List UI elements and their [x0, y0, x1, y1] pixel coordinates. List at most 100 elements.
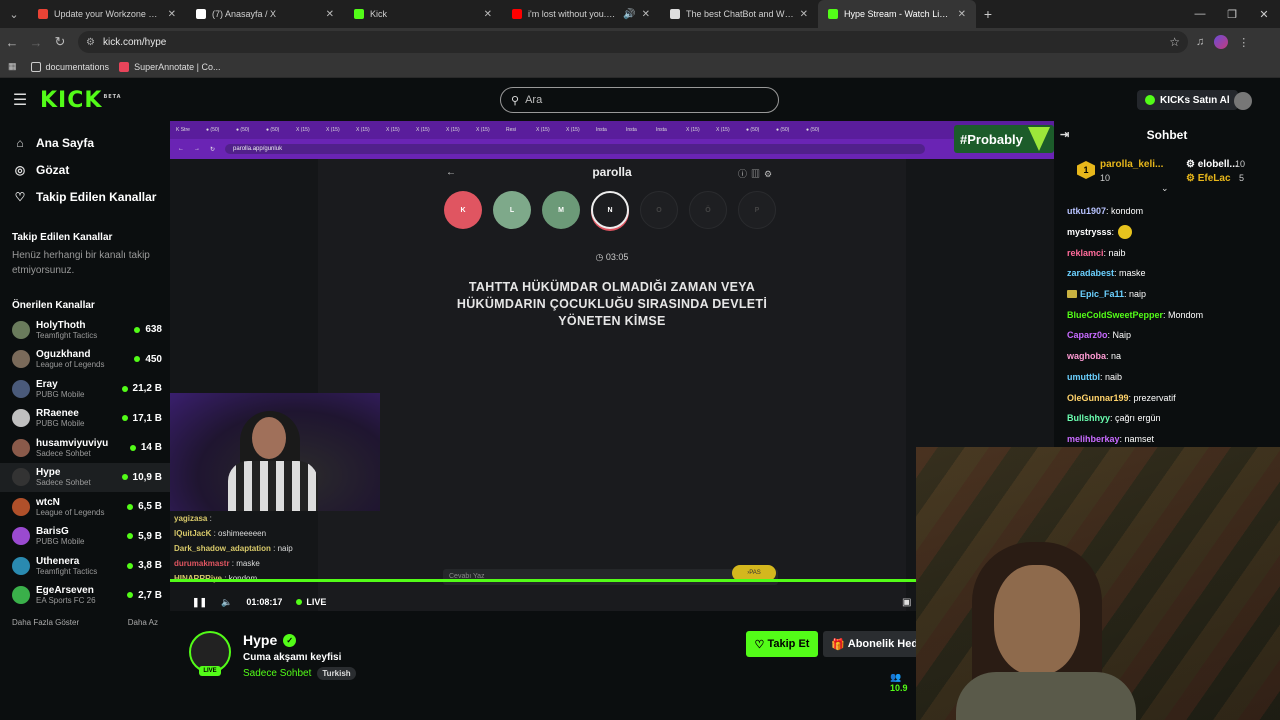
buy-kicks-button[interactable]: KICKs Satın Al: [1137, 90, 1238, 110]
letter-circles: K L M N O Ö P: [444, 191, 776, 229]
kick-logo[interactable]: KICKBETA: [40, 88, 122, 113]
restore-icon[interactable]: ❐: [1216, 0, 1248, 28]
leader-name[interactable]: ⚙ elobell...: [1186, 159, 1238, 170]
channel-item[interactable]: BarisG PUBG Mobile 5,9 B: [0, 522, 170, 552]
stream-title: Cuma akşamı keyfisi: [243, 652, 342, 663]
kick-icon: [354, 9, 364, 19]
channel-item[interactable]: Uthenera Teamfight Tactics 3,8 B: [0, 551, 170, 581]
browser-tab[interactable]: (7) Anasayfa / X ✕: [186, 0, 344, 28]
stream-browser-address: ← → ↻ parolla.app/gunluk: [170, 139, 1054, 159]
browser-tab[interactable]: The best ChatBot and Widgets✕: [660, 0, 818, 28]
rank-badge-icon: 1: [1077, 161, 1095, 179]
live-dot-icon: [121, 474, 128, 481]
close-icon[interactable]: ✕: [642, 9, 650, 20]
bookmark-superannotate[interactable]: SuperAnnotate | Co...: [119, 61, 220, 72]
channel-item[interactable]: EgeArseven EA Sports FC 26 2,7 B: [0, 581, 170, 611]
media-icon[interactable]: ♫: [1196, 36, 1204, 48]
live-badge: LIVE: [199, 666, 221, 676]
address-bar-row: ← → ↻ ⚙ kick.com/hype ☆ ♫ ⋮: [0, 28, 1280, 56]
channel-item[interactable]: HolyThoth Teamfight Tactics 638: [0, 315, 170, 345]
close-icon[interactable]: ✕: [326, 9, 334, 20]
leader-name[interactable]: parolla_keli...: [1100, 159, 1163, 170]
menu-icon[interactable]: ⋮: [1238, 36, 1249, 49]
close-icon[interactable]: ✕: [168, 9, 176, 20]
close-icon[interactable]: ✕: [958, 9, 966, 20]
channel-item[interactable]: RRaenee PUBG Mobile 17,1 B: [0, 404, 170, 434]
chevron-down-icon[interactable]: ⌄: [1161, 183, 1169, 194]
collapse-chat-icon[interactable]: ⇥: [1060, 128, 1069, 141]
menu-icon[interactable]: ☰: [0, 90, 40, 110]
player-controls: ❚❚ 🔈 01:08:17 LIVE: [170, 593, 916, 611]
live-dot-icon: [127, 592, 134, 599]
chat-badge-icon: [1067, 290, 1077, 299]
chat-message: Bullshhyy: çağrı ergün: [1067, 413, 1161, 424]
profile-avatar[interactable]: [1214, 35, 1229, 49]
chat-messages: utku1907: kondom mystrysss: reklamci: na…: [1054, 201, 1280, 449]
show-more-button[interactable]: Daha Fazla Göster: [12, 618, 79, 627]
close-window-icon[interactable]: ✕: [1248, 0, 1280, 28]
language-tag[interactable]: Turkish: [317, 667, 356, 680]
leader-name[interactable]: ⚙ EfeLac: [1186, 173, 1231, 184]
theater-mode-icon[interactable]: ▣: [902, 597, 911, 608]
stream-time: 01:08:17: [246, 597, 283, 607]
channel-item[interactable]: husamviyuviyu Sadece Sohbet 14 B: [0, 433, 170, 463]
stream-progress-bar[interactable]: [170, 579, 916, 582]
chat-message: BlueColdSweetPepper: Mondom: [1067, 309, 1204, 320]
back-icon[interactable]: ←: [0, 35, 24, 50]
followed-channels-title: Takip Edilen Kanallar: [12, 232, 113, 243]
bookmark-star-icon[interactable]: ☆: [1169, 35, 1180, 49]
gift-sub-button[interactable]: 🎁 Abonelik Hediye: [823, 631, 916, 657]
live-dot-icon: [127, 533, 134, 540]
live-indicator[interactable]: LIVE: [296, 597, 326, 607]
forward-icon[interactable]: →: [24, 35, 48, 50]
browser-tab[interactable]: Update your Workzone profile ✕: [28, 0, 186, 28]
game-title: parolla: [592, 165, 632, 179]
speaker-icon[interactable]: 🔊: [623, 9, 635, 20]
reload-icon[interactable]: ↻: [48, 34, 72, 50]
apps-icon[interactable]: ▦: [8, 61, 17, 72]
tab-search-icon[interactable]: ⌄: [0, 0, 28, 28]
channel-avatar: [12, 320, 30, 339]
browser-tab[interactable]: Kick ✕: [344, 0, 502, 28]
follow-button[interactable]: ♡ Takip Et: [746, 631, 818, 657]
channel-name[interactable]: Hype ✓: [243, 632, 297, 648]
channel-avatar: [12, 586, 30, 605]
followed-empty-note: Henüz herhangi bir kanalı takip etmiyors…: [12, 250, 150, 276]
url-field[interactable]: ⚙ kick.com/hype ☆: [78, 31, 1188, 53]
stream-category[interactable]: Sadece Sohbet: [243, 668, 311, 679]
channel-item[interactable]: Eray PUBG Mobile 21,2 B: [0, 374, 170, 404]
channel-item[interactable]: wtcN League of Legends 6,5 B: [0, 492, 170, 522]
nav-following[interactable]: ♡ Takip Edilen Kanallar: [0, 183, 170, 210]
site-info-icon[interactable]: ⚙: [86, 37, 95, 48]
close-icon[interactable]: ✕: [800, 9, 808, 20]
letter-circle: K: [444, 191, 482, 229]
chat-header: ⇥ Sohbet: [1060, 128, 1188, 142]
overlay-chat-line: yagizasa :: [174, 514, 212, 523]
live-dot-icon: [134, 356, 141, 363]
letter-circle: O: [640, 191, 678, 229]
volume-icon[interactable]: 🔈: [221, 597, 232, 608]
chat-message: Caparz0o: Naip: [1067, 330, 1132, 341]
channel-item[interactable]: Oguzkhand League of Legends 450: [0, 345, 170, 375]
new-tab-button[interactable]: +: [976, 6, 1000, 22]
show-less-button[interactable]: Daha Az: [128, 618, 158, 627]
minimize-icon[interactable]: —: [1184, 0, 1216, 28]
browser-tab[interactable]: i'm lost without you. - YouTube🔊✕: [502, 0, 660, 28]
channel-item-active[interactable]: Hype Sadece Sohbet 10,9 B: [0, 462, 170, 492]
letter-circle: M: [542, 191, 580, 229]
leader-value: 10: [1235, 159, 1246, 169]
search-input[interactable]: ⚲ Ara: [500, 87, 779, 113]
channel-avatar: [12, 379, 30, 398]
nav-home[interactable]: ⌂ Ana Sayfa: [0, 129, 170, 156]
youtube-icon: [512, 9, 522, 19]
pause-icon[interactable]: ❚❚: [192, 597, 207, 608]
nav-browse[interactable]: ◎ Gözat: [0, 156, 170, 183]
user-avatar[interactable]: [1234, 92, 1252, 110]
close-icon[interactable]: ✕: [484, 9, 492, 20]
emote-icon: [1118, 225, 1133, 240]
browser-tab-active[interactable]: Hype Stream - Watch Live on Kick✕: [818, 0, 976, 28]
stream-browser-tabs: K Stre ● (50) ● (50) ● (50) X (15) X (15) X (1…: [170, 121, 1054, 139]
bookmark-documentations[interactable]: documentations: [30, 61, 109, 72]
kick-header: ☰ KICKBETA ⚲ Ara KICKs Satın Al: [0, 79, 1280, 121]
compass-icon: ◎: [14, 162, 26, 177]
